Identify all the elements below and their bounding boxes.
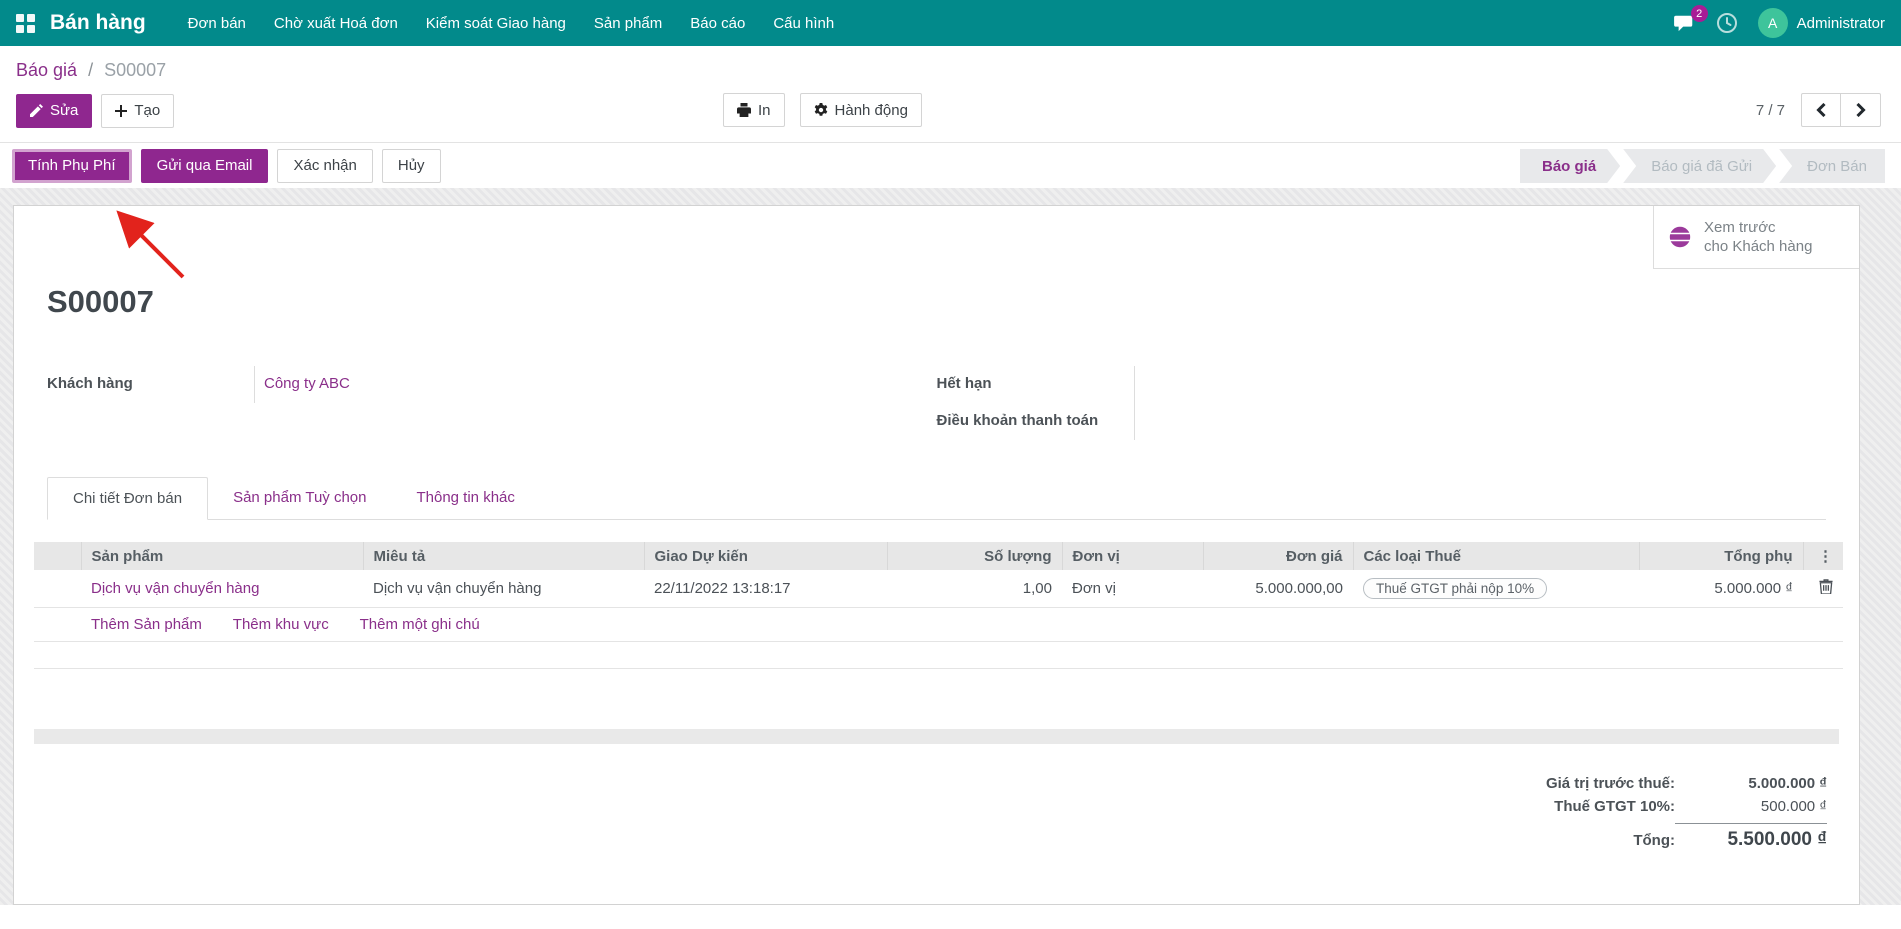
- expiry-field-label: Hết hạn: [936, 375, 992, 392]
- delete-row-icon[interactable]: [1819, 579, 1833, 594]
- column-subtotal: Tổng phụ: [1638, 542, 1803, 570]
- user-avatar: A: [1757, 8, 1788, 38]
- status-pipeline: Báo giá Báo giá đã Gửi Đơn Bán: [1520, 149, 1885, 183]
- table-header-row: Sản phẩm Miêu tả Giao Dự kiến Số lượng Đ…: [34, 542, 1843, 570]
- pencil-icon: [30, 104, 43, 117]
- customer-field-label: Khách hàng: [47, 375, 133, 392]
- edit-button[interactable]: Sửa: [16, 93, 93, 128]
- payment-terms-field-label: Điều khoản thanh toán: [936, 412, 1099, 429]
- compute-surcharge-button[interactable]: Tính Phụ Phí: [12, 148, 132, 183]
- column-quantity: Số lượng: [886, 542, 1062, 570]
- row-quantity: 1,00: [887, 570, 1062, 608]
- printer-icon: [737, 103, 751, 117]
- row-delivery-date: 22/11/2022 13:18:17: [644, 570, 887, 608]
- globe-icon: [1668, 225, 1692, 249]
- table-add-row: Thêm Sản phẩm Thêm khu vực Thêm một ghi …: [34, 607, 1843, 642]
- customer-link[interactable]: Công ty ABC: [264, 375, 350, 392]
- customer-preview-label: Xem trước cho Khách hàng: [1704, 219, 1813, 255]
- pager-count: 7 / 7: [1755, 101, 1785, 119]
- section-divider-bar: [34, 729, 1839, 744]
- untaxed-amount-value: 5.000.000 ₫: [1748, 775, 1827, 792]
- app-brand[interactable]: Bán hàng: [50, 11, 146, 35]
- chevron-right-icon: [1855, 103, 1866, 117]
- tab-other-info[interactable]: Thông tin khác: [391, 477, 539, 520]
- user-menu[interactable]: A Administrator: [1757, 8, 1885, 38]
- optional-columns-icon[interactable]: ⋮: [1818, 548, 1833, 565]
- tax-badge: Thuế GTGT phải nộp 10%: [1363, 578, 1548, 599]
- stage-quotation[interactable]: Báo giá: [1520, 149, 1620, 183]
- column-unit-price: Đơn giá: [1202, 542, 1353, 570]
- messages-badge: 2: [1690, 5, 1708, 22]
- grand-total-label: Tổng:: [1633, 832, 1675, 849]
- activities-clock-icon[interactable]: [1716, 12, 1738, 34]
- table-row[interactable]: Dịch vụ vận chuyển hàng Dịch vụ vận chuy…: [34, 570, 1843, 608]
- nav-item-to-invoice[interactable]: Chờ xuất Hoá đơn: [274, 15, 398, 32]
- chevron-left-icon: [1816, 103, 1826, 117]
- row-handle: [34, 570, 81, 608]
- column-delivery: Giao Dự kiến: [643, 542, 887, 570]
- top-navbar: Bán hàng Đơn bán Chờ xuất Hoá đơn Kiểm s…: [0, 0, 1901, 46]
- row-uom: Đơn vị: [1062, 570, 1203, 608]
- column-handle: [34, 542, 81, 570]
- breadcrumb: Báo giá / S00007: [16, 60, 1885, 81]
- tax-amount-label: Thuế GTGT 10%:: [1554, 798, 1675, 815]
- tab-order-lines[interactable]: Chi tiết Đơn bán: [47, 477, 209, 520]
- add-section-link[interactable]: Thêm khu vực: [233, 616, 329, 633]
- add-product-link[interactable]: Thêm Sản phẩm: [91, 616, 202, 633]
- create-button[interactable]: Tạo: [101, 93, 175, 128]
- expiry-field-value: [1133, 366, 1827, 403]
- print-button[interactable]: In: [723, 93, 785, 127]
- row-product-link[interactable]: Dịch vụ vận chuyển hàng: [91, 580, 259, 597]
- nav-item-reporting[interactable]: Báo cáo: [690, 15, 745, 32]
- notebook-tabs: Chi tiết Đơn bán Sản phẩm Tuỳ chọn Thông…: [47, 476, 1826, 520]
- nav-item-delivery-control[interactable]: Kiểm soát Giao hàng: [426, 15, 566, 32]
- column-taxes: Các loại Thuế: [1352, 542, 1639, 570]
- nav-item-products[interactable]: Sản phẩm: [594, 15, 662, 32]
- gear-icon: [814, 103, 827, 116]
- header-fields: Khách hàng Công ty ABC Hết hạn Điều khoả…: [47, 366, 1826, 440]
- confirm-button[interactable]: Xác nhận: [277, 148, 373, 183]
- messages-icon[interactable]: 2: [1673, 5, 1708, 33]
- order-lines-table: Sản phẩm Miêu tả Giao Dự kiến Số lượng Đ…: [34, 542, 1843, 669]
- column-uom: Đơn vị: [1061, 542, 1203, 570]
- breadcrumb-quotations-link[interactable]: Báo giá: [16, 60, 77, 80]
- customer-preview-button[interactable]: Xem trước cho Khách hàng: [1653, 206, 1859, 269]
- row-description: Dịch vụ vận chuyển hàng: [363, 570, 644, 608]
- customer-field-value: Công ty ABC: [254, 366, 937, 403]
- document-title: S00007: [47, 284, 154, 319]
- control-panel: Báo giá / S00007 Sửa Tạo In Hành động 7 …: [0, 46, 1901, 128]
- pager-previous-button[interactable]: [1801, 93, 1841, 127]
- column-product: Sản phẩm: [80, 542, 363, 570]
- breadcrumb-current: S00007: [104, 60, 167, 80]
- untaxed-amount-label: Giá trị trước thuế:: [1545, 775, 1675, 792]
- stage-quotation-sent[interactable]: Báo giá đã Gửi: [1623, 149, 1776, 183]
- statusbar: Tính Phụ Phí Gửi qua Email Xác nhận Hủy …: [0, 142, 1901, 188]
- action-button[interactable]: Hành động: [799, 93, 922, 127]
- tax-amount-value: 500.000 ₫: [1760, 798, 1827, 815]
- user-name: Administrator: [1796, 14, 1885, 32]
- column-description: Miêu tả: [362, 542, 644, 570]
- row-unit-price: 5.000.000,00: [1203, 570, 1353, 608]
- cancel-button[interactable]: Hủy: [381, 148, 441, 183]
- grand-total-value: 5.500.000 ₫: [1675, 823, 1827, 851]
- form-sheet: Xem trước cho Khách hàng S00007 Khách hà…: [13, 205, 1860, 905]
- send-by-email-button[interactable]: Gửi qua Email: [140, 148, 269, 183]
- row-subtotal: 5.000.000 ₫: [1639, 570, 1803, 608]
- tab-optional-products[interactable]: Sản phẩm Tuỳ chọn: [208, 477, 391, 520]
- nav-item-configuration[interactable]: Cấu hình: [773, 15, 834, 32]
- nav-item-orders[interactable]: Đơn bán: [188, 15, 246, 32]
- plus-icon: [115, 104, 128, 117]
- pager-next-button[interactable]: [1841, 93, 1881, 127]
- breadcrumb-separator: /: [88, 60, 94, 80]
- totals-block: Giá trị trước thuế: 5.000.000 ₫ Thuế GTG…: [34, 772, 1827, 854]
- apps-menu-icon[interactable]: [16, 13, 35, 33]
- payment-terms-field-value: [1133, 403, 1827, 440]
- stage-sales-order[interactable]: Đơn Bán: [1779, 149, 1885, 183]
- add-note-link[interactable]: Thêm một ghi chú: [360, 616, 480, 633]
- form-background: Xem trước cho Khách hàng S00007 Khách hà…: [0, 188, 1901, 905]
- table-empty-row: [34, 641, 1843, 669]
